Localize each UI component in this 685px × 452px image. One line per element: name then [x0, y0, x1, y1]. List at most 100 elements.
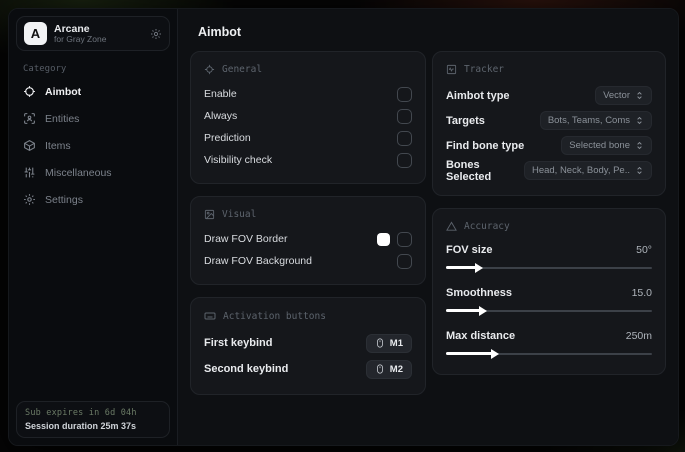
- sliders-icon: [23, 166, 36, 179]
- setting-label: Aimbot type: [445, 89, 510, 102]
- setting-row: Enable: [204, 83, 412, 105]
- slider-thumb[interactable]: [491, 349, 500, 359]
- setting-row: Second keybind M2: [204, 356, 412, 382]
- tracker-panel-header: Tracker: [446, 64, 652, 75]
- main-content: Aimbot General Enable Always Prediction …: [178, 9, 678, 445]
- gear-icon[interactable]: [150, 28, 162, 40]
- game-background: A Arcane for Gray Zone Category Aimbot E…: [0, 0, 685, 452]
- first-keybind-button[interactable]: M1: [365, 333, 412, 353]
- tracker-panel: Tracker Aimbot type Vector Targets Bots,…: [431, 51, 666, 196]
- slider-fill: [445, 352, 494, 355]
- sidebar-item-label: Settings: [45, 193, 83, 206]
- draw-fov-background-checkbox[interactable]: [396, 253, 412, 269]
- slider-thumb[interactable]: [474, 263, 483, 273]
- setting-row: Bones Selected Head, Neck, Body, Pe..: [446, 158, 652, 183]
- find-bone-type-select[interactable]: Selected bone: [561, 136, 652, 155]
- sidebar-item-entities[interactable]: Entities: [9, 105, 177, 132]
- mouse-icon: [375, 364, 385, 374]
- gear-icon: [23, 193, 36, 206]
- brand-text: Arcane for Gray Zone: [54, 23, 143, 45]
- sidebar-item-label: Aimbot: [45, 85, 82, 98]
- activity-icon: [446, 64, 457, 75]
- page-title: Aimbot: [198, 25, 242, 39]
- setting-label: Bones Selected: [445, 158, 492, 183]
- keyboard-icon: [204, 310, 216, 322]
- setting-row: Draw FOV Background: [204, 250, 412, 272]
- max-distance-slider[interactable]: [445, 348, 652, 360]
- setting-row: Prediction: [204, 127, 412, 149]
- prediction-checkbox[interactable]: [396, 130, 412, 146]
- chevrons-up-down-icon: [635, 166, 644, 175]
- smoothness-slider[interactable]: [445, 305, 652, 317]
- app-name: Arcane: [54, 22, 90, 35]
- bones-selected-select[interactable]: Head, Neck, Body, Pe..: [523, 161, 652, 180]
- setting-label: FOV size: [445, 244, 493, 256]
- panel-title: General: [222, 64, 263, 75]
- sidebar-item-label: Items: [45, 139, 71, 152]
- general-panel-header: General: [204, 64, 412, 75]
- select-value: Vector: [603, 90, 630, 101]
- sidebar-nav: Aimbot Entities Items Miscellaneous Sett…: [9, 78, 177, 213]
- setting-label: Draw FOV Border: [204, 233, 288, 245]
- sidebar-item-label: Entities: [45, 112, 80, 125]
- mouse-icon: [375, 338, 385, 348]
- smoothness-value: 15.0: [631, 287, 652, 299]
- chevrons-up-down-icon: [635, 116, 644, 125]
- sidebar-item-miscellaneous[interactable]: Miscellaneous: [9, 159, 177, 186]
- fov-size-group: FOV size 50°: [445, 240, 652, 274]
- sidebar-item-items[interactable]: Items: [9, 132, 177, 159]
- sub-expires-text: Sub expires in 6d 04h: [25, 408, 137, 418]
- fov-size-value: 50°: [636, 244, 652, 256]
- fov-border-color-swatch[interactable]: [376, 232, 390, 246]
- accuracy-panel-header: Accuracy: [446, 221, 652, 232]
- setting-row: Find bone type Selected bone: [446, 133, 652, 158]
- sidebar: A Arcane for Gray Zone Category Aimbot E…: [9, 9, 178, 445]
- sidebar-item-settings[interactable]: Settings: [9, 186, 177, 213]
- setting-label: Targets: [445, 114, 485, 127]
- right-column: Tracker Aimbot type Vector Targets Bots,…: [431, 51, 666, 375]
- enable-checkbox[interactable]: [396, 86, 412, 102]
- smoothness-group: Smoothness 15.0: [445, 283, 652, 317]
- setting-label: Max distance: [445, 330, 516, 342]
- panel-title: Tracker: [463, 64, 505, 75]
- setting-row: Visibility check: [204, 149, 412, 171]
- activation-panel-header: Activation buttons: [204, 310, 412, 322]
- image-icon: [204, 209, 215, 220]
- visibility-check-checkbox[interactable]: [396, 152, 412, 168]
- aimbot-type-select[interactable]: Vector: [595, 86, 652, 105]
- setting-label: Draw FOV Background: [204, 255, 312, 267]
- chevrons-up-down-icon: [635, 91, 644, 100]
- visual-panel-header: Visual: [204, 209, 412, 220]
- panel-title: Accuracy: [463, 221, 510, 232]
- category-label: Category: [23, 64, 67, 74]
- brand-card[interactable]: A Arcane for Gray Zone: [16, 16, 170, 51]
- accuracy-panel: Accuracy FOV size 50° Smoothness 15.0 Ma…: [431, 208, 666, 375]
- general-panel: General Enable Always Prediction Visibil…: [190, 51, 426, 184]
- slider-fill: [445, 266, 477, 269]
- targets-select[interactable]: Bots, Teams, Coms: [539, 111, 652, 130]
- sidebar-item-aimbot[interactable]: Aimbot: [9, 78, 177, 105]
- setting-row: First keybind M1: [204, 330, 412, 356]
- keybind-value: M1: [389, 337, 403, 349]
- slider-thumb[interactable]: [479, 306, 487, 316]
- setting-row: Draw FOV Border: [204, 228, 412, 250]
- subscription-card: Sub expires in 6d 04h Session duration 2…: [16, 401, 170, 438]
- setting-label: Smoothness: [445, 287, 512, 299]
- fov-size-slider[interactable]: [445, 262, 652, 274]
- always-checkbox[interactable]: [396, 108, 412, 124]
- second-keybind-button[interactable]: M2: [365, 359, 412, 379]
- app-subtitle: for Gray Zone: [54, 33, 107, 44]
- setting-label: Prediction: [204, 132, 251, 144]
- setting-label: Find bone type: [445, 139, 525, 152]
- setting-label: First keybind: [204, 337, 273, 349]
- max-distance-value: 250m: [625, 330, 652, 342]
- select-value: Selected bone: [569, 140, 630, 151]
- setting-label: Enable: [204, 88, 237, 100]
- box-icon: [23, 139, 36, 152]
- session-duration-text: Session duration 25m 37s: [25, 421, 137, 431]
- setting-label: Visibility check: [204, 154, 273, 166]
- app-logo-letter: A: [30, 26, 41, 41]
- draw-fov-border-checkbox[interactable]: [396, 231, 412, 247]
- panel-title: Activation buttons: [223, 310, 326, 322]
- app-logo: A: [24, 22, 47, 45]
